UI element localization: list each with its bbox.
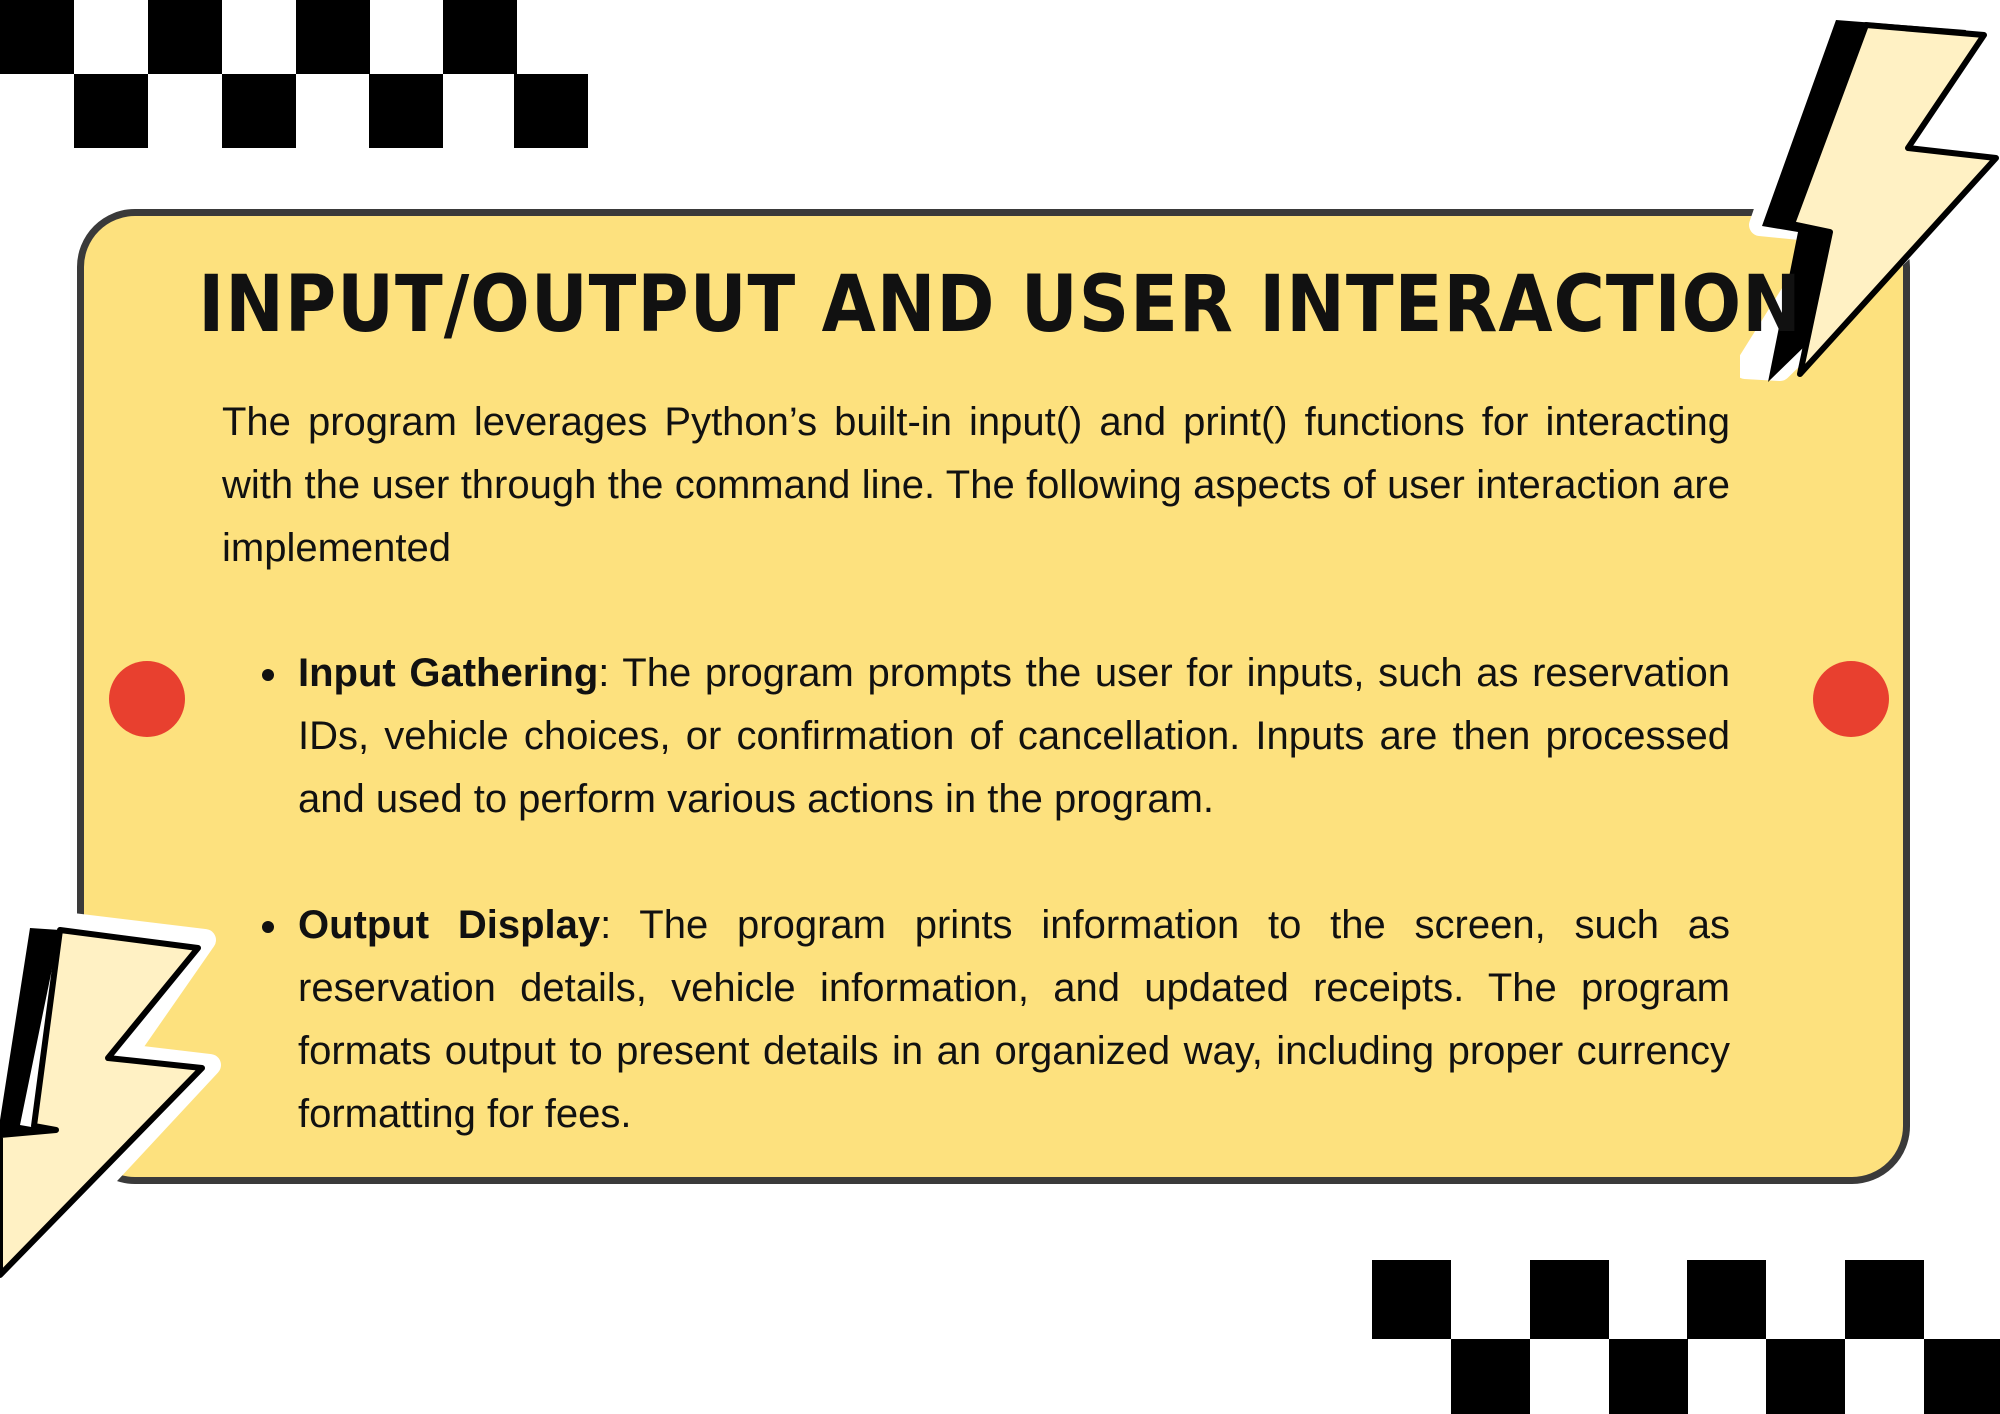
bullet-term: Output Display <box>298 903 601 947</box>
list-item: Input Gathering: The program prompts the… <box>262 642 1730 831</box>
lightning-bolt-icon <box>0 909 221 1291</box>
bullet-dot <box>262 669 274 681</box>
bullet-dot <box>262 921 274 933</box>
list-item: Output Display: The program prints infor… <box>262 894 1730 1146</box>
red-dot-left <box>109 661 185 737</box>
bullet-list: Input Gathering: The program prompts the… <box>262 642 1730 1209</box>
page-title: INPUT/OUTPUT AND USER INTERACTION <box>198 258 1802 350</box>
intro-paragraph: The program leverages Python’s built-in … <box>222 400 1730 570</box>
bullet-term: Input Gathering <box>298 651 599 695</box>
red-dot-right <box>1813 661 1889 737</box>
